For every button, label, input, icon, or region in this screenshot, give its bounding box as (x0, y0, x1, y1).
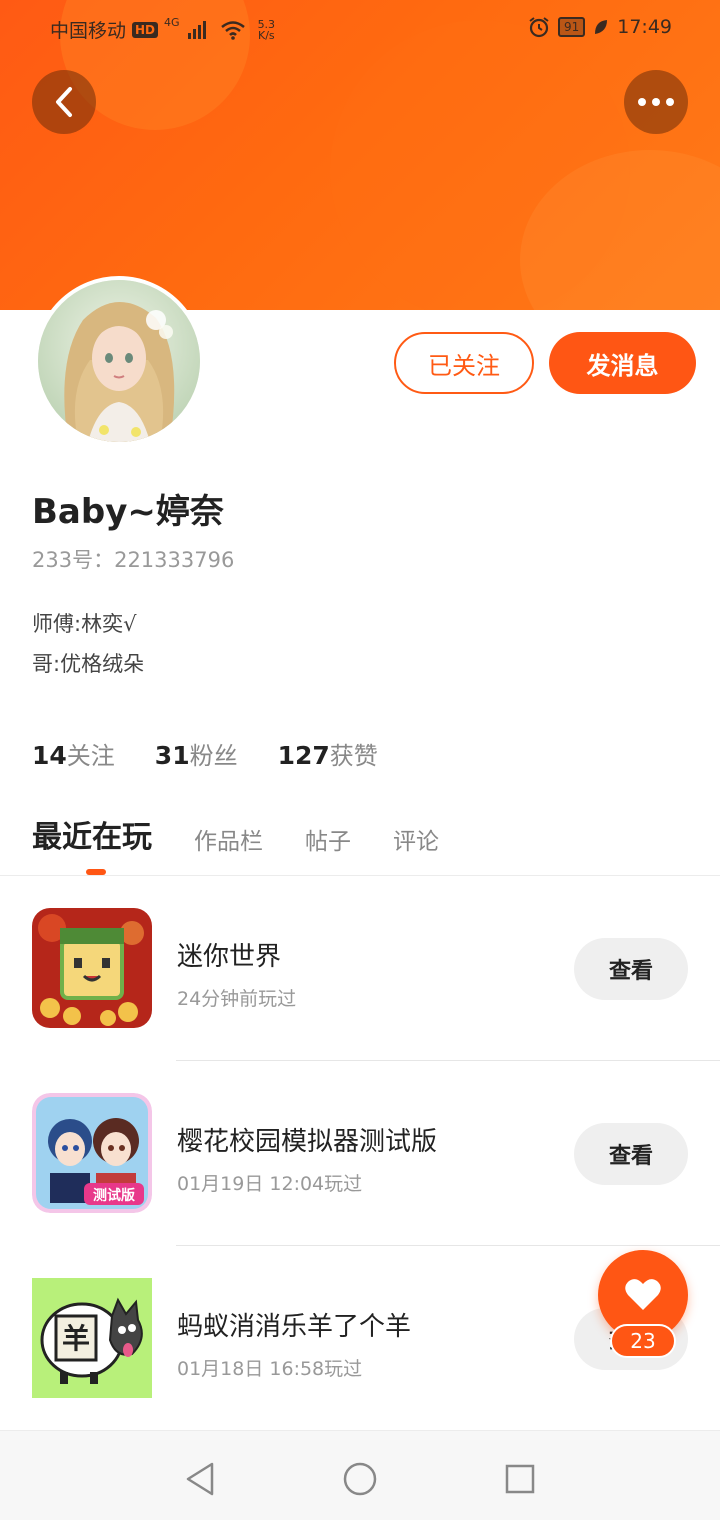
avatar-image (38, 280, 200, 442)
last-played-time: 24分钟前玩过 (177, 988, 297, 1010)
square-recents-icon (505, 1464, 535, 1494)
view-button[interactable]: 查看 (574, 938, 688, 1000)
alarm-icon (529, 17, 549, 38)
bio: 师傅:林奕√ 哥:优格绒朵 (32, 604, 144, 684)
battery-indicator: 91 (557, 17, 586, 37)
stat-likes[interactable]: 127获赞 (278, 736, 378, 771)
view-button[interactable]: 查看 (574, 1123, 688, 1185)
network-type: 4G (164, 16, 180, 29)
sakura-school-icon: 测试版 (32, 1093, 152, 1213)
tab-works[interactable]: 作品栏 (194, 822, 263, 862)
tab-divider (0, 875, 720, 876)
sheep-icon-text: 羊 (62, 1322, 90, 1355)
username: Baby~婷奈 (32, 492, 224, 532)
stat-following-label: 关注 (66, 742, 115, 770)
nav-recents-button[interactable] (500, 1459, 540, 1499)
last-played-time: 01月19日 12:04玩过 (177, 1173, 363, 1195)
chevron-left-icon (56, 87, 72, 117)
carrier-label: 中国移动 (50, 20, 127, 42)
list-item[interactable]: 测试版 樱花校园模拟器测试版 01月19日 12:04玩过 查看 (0, 1093, 720, 1278)
clock-time: 17:49 (617, 16, 672, 38)
more-dots-icon (638, 98, 674, 106)
heart-icon (625, 1279, 661, 1310)
followed-button[interactable]: 已关注 (394, 332, 534, 394)
stat-likes-count: 127 (277, 741, 330, 770)
nav-back-button[interactable] (180, 1459, 220, 1499)
send-message-button[interactable]: 发消息 (549, 332, 696, 394)
profile-tabs: 最近在玩 作品栏 帖子 评论 (32, 812, 439, 862)
hd-badge: HD (132, 21, 159, 38)
profile-stats: 14关注 31粉丝 127获赞 (32, 736, 378, 771)
bio-line: 哥:优格绒朵 (32, 652, 145, 676)
sheep-icon: 羊 (32, 1278, 152, 1398)
avatar[interactable] (34, 276, 204, 446)
last-played-time: 01月18日 16:58玩过 (177, 1358, 363, 1380)
nav-home-button[interactable] (340, 1459, 380, 1499)
stat-likes-label: 获赞 (329, 742, 378, 770)
stat-fans[interactable]: 31粉丝 (155, 736, 238, 771)
divider (176, 1060, 720, 1061)
leaf-icon (595, 20, 608, 34)
tab-comments[interactable]: 评论 (393, 822, 439, 862)
user-id: 233号：221333796 (32, 548, 235, 572)
status-bar: 中国移动 HD 4G 5.3 K/s 91 17:49 (0, 0, 720, 56)
wifi-icon (220, 20, 245, 40)
like-count-badge: 23 (610, 1324, 676, 1358)
stat-following-count: 14 (32, 741, 67, 770)
bio-line: 师傅:林奕√ (32, 612, 137, 636)
more-button[interactable] (624, 70, 688, 134)
mini-world-icon (32, 908, 152, 1028)
sakura-icon-badge: 测试版 (93, 1187, 135, 1204)
list-item[interactable]: 迷你世界 24分钟前玩过 查看 (0, 908, 720, 1093)
triangle-back-icon (186, 1462, 214, 1496)
circle-home-icon (343, 1462, 377, 1496)
tab-recently-played[interactable]: 最近在玩 (32, 812, 152, 862)
stat-following[interactable]: 14关注 (32, 736, 115, 771)
game-name: 蚂蚁消消乐羊了个羊 (177, 1312, 412, 1342)
profile-banner: 中国移动 HD 4G 5.3 K/s 91 17:49 (0, 0, 720, 310)
tab-posts[interactable]: 帖子 (305, 822, 351, 862)
system-nav-bar (0, 1430, 720, 1520)
divider (176, 1245, 720, 1246)
game-name: 樱花校园模拟器测试版 (177, 1127, 438, 1157)
stat-fans-count: 31 (154, 741, 190, 770)
game-name: 迷你世界 (177, 942, 282, 972)
net-speed: 5.3 K/s (258, 19, 276, 41)
net-speed-unit: K/s (257, 28, 275, 42)
signal-icon (187, 20, 206, 39)
back-button[interactable] (32, 70, 96, 134)
stat-fans-label: 粉丝 (189, 742, 238, 770)
